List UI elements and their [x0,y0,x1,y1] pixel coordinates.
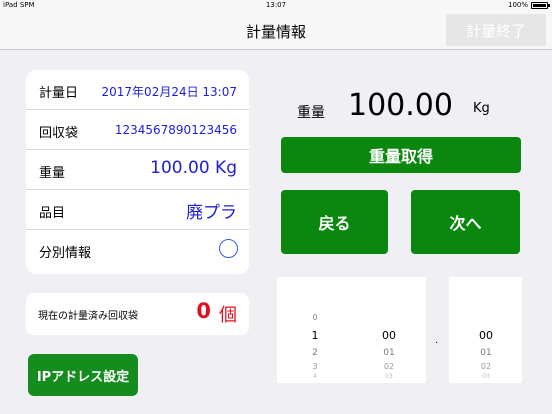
battery-icon [531,1,550,9]
back-button[interactable]: 戻る [281,190,388,254]
decimal-separator: . [435,335,439,346]
weighing-info-card: 計量日 2017年02月24日 13:07 回収袋 12345678901234… [26,70,249,274]
picker-option: 0 [312,313,318,322]
picker-option: 00 [382,329,396,342]
row-item: 品目 廃プラ [26,190,249,230]
item-label: 品目 [39,206,66,221]
count-label: 現在の計量済み回収袋 [38,311,138,322]
weight-picker-decimal[interactable]: 00 01 02 03 [449,277,522,383]
picker-option: 3 [312,362,318,371]
picker-option: 1 [311,329,319,342]
bag-value: 1234567890123456 [114,123,237,137]
status-bar: iPad SPM 13:07 100% [0,0,552,12]
date-label: 計量日 [39,86,79,101]
picker-option: 02 [480,362,492,371]
bag-label: 回収袋 [39,126,79,141]
row-bag: 回収袋 1234567890123456 [26,110,249,150]
count-unit: 個 [219,305,237,326]
row-sort: 分別情報 [26,230,249,270]
get-weight-button[interactable]: 重量取得 [281,137,521,173]
weight-picker-integer[interactable]: 0 1 2 3 4 00 01 02 03 [277,277,426,383]
status-time: 13:07 [265,1,287,9]
weight-display-value: 100.00 [348,88,453,123]
picker-option: 01 [383,348,395,358]
status-right: 100% [507,1,550,9]
end-weighing-button[interactable]: 計量終了 [446,14,546,46]
row-date: 計量日 2017年02月24日 13:07 [26,70,249,110]
weight-value: 100.00 Kg [150,158,237,178]
date-value: 2017年02月24日 13:07 [101,85,237,99]
weight-display-unit: Kg [473,101,490,116]
item-value[interactable]: 廃プラ [186,198,237,223]
weight-label: 重量 [39,166,66,181]
nav-bar: 計量情報 計量終了 [0,12,552,50]
picker-option: 01 [480,348,492,358]
picker-option: 02 [383,362,395,371]
sort-radio-icon[interactable] [219,239,238,258]
ip-settings-button[interactable]: IPアドレス設定 [28,354,138,396]
sort-label: 分別情報 [39,246,92,261]
picker-option: 4 [313,373,317,380]
picker-option: 03 [385,373,393,380]
row-weight: 重量 100.00 Kg [26,150,249,190]
weight-display-label: 重量 [297,105,325,121]
picker-option: 2 [312,348,318,358]
picker-option: 00 [479,329,493,342]
next-button[interactable]: 次へ [411,190,520,254]
count-card: 現在の計量済み回収袋 0 個 [26,293,249,335]
battery-percent: 100% [507,1,528,9]
count-value: 0 [196,299,211,323]
picker-option: 03 [482,373,490,380]
